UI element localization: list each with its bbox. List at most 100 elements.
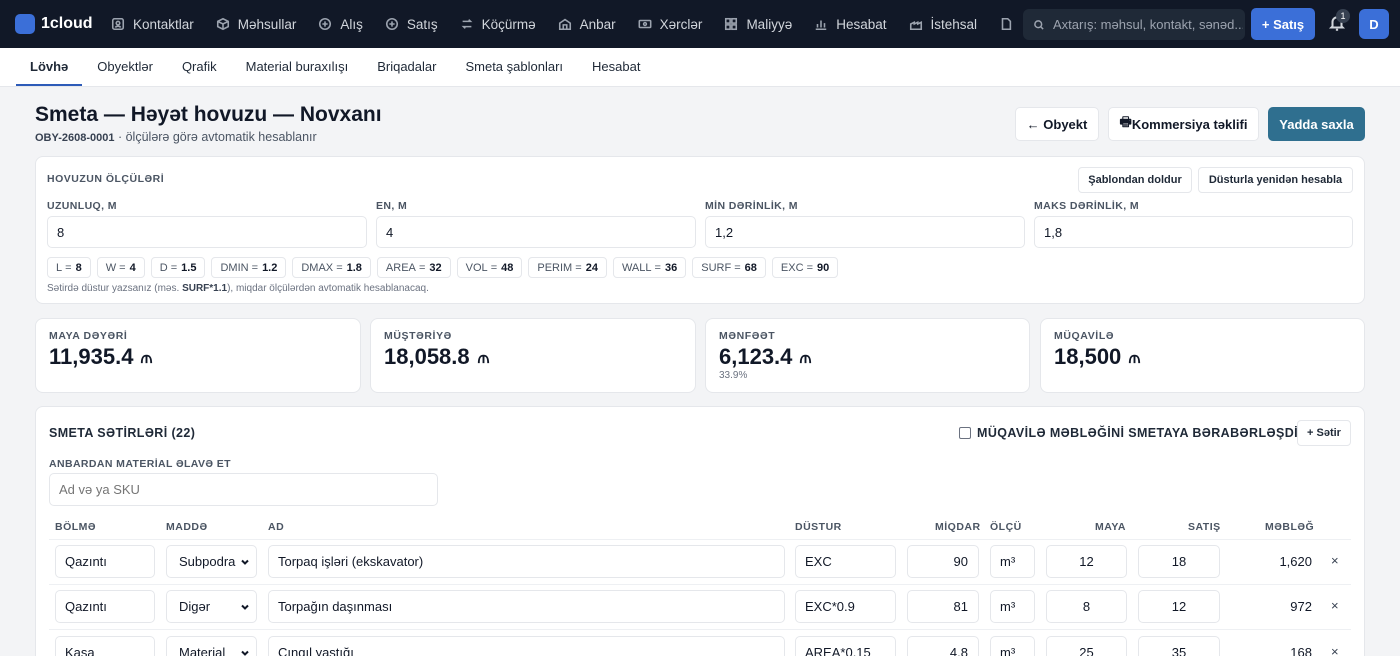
nav-item-purchase[interactable]: Alış: [307, 0, 374, 48]
tab-material-release[interactable]: Material buraxılışı: [232, 59, 363, 86]
nav-item-sales[interactable]: Satış: [374, 0, 449, 48]
price-input[interactable]: 18: [1138, 545, 1220, 578]
add-row-button[interactable]: + Sətir: [1297, 420, 1351, 446]
variable-key: EXC: [780, 261, 804, 274]
back-to-object-button[interactable]: ← Obyekt: [1015, 107, 1099, 141]
equals-sign: =: [487, 261, 498, 274]
quantity-input[interactable]: 4.8: [907, 636, 979, 656]
cash-icon: [638, 19, 652, 29]
section-input[interactable]: Qazıntı: [55, 590, 155, 623]
nav-item-label: Kontaktlar: [133, 16, 194, 32]
nav-item-products[interactable]: Məhsullar: [205, 0, 308, 48]
max-depth-input[interactable]: 1,8: [1034, 216, 1353, 248]
nav-item-label: Satış: [406, 16, 438, 32]
cost-input[interactable]: 8: [1046, 590, 1127, 623]
user-avatar[interactable]: D: [1359, 9, 1389, 39]
quantity-input[interactable]: 81: [907, 590, 979, 623]
quantity-input[interactable]: 90: [907, 545, 979, 578]
name-input[interactable]: Torpağın daşınması: [268, 590, 785, 623]
search-input[interactable]: [1053, 17, 1243, 32]
tab-estimate-templates[interactable]: Smeta şablonları: [451, 59, 577, 86]
document-icon: [1001, 17, 1012, 31]
nav-item-production[interactable]: İstehsal: [898, 0, 989, 48]
variable-key: DMAX: [301, 261, 334, 274]
item-value: Material: [179, 645, 226, 656]
transfer-icon: [461, 19, 473, 29]
nav-item-label: Maliyyə: [746, 16, 793, 32]
section-input[interactable]: Kasa: [55, 636, 155, 656]
variable-value: 1.2: [262, 261, 278, 274]
variable-chip: L = 8: [47, 257, 91, 278]
remove-row-button[interactable]: ×: [1331, 644, 1339, 656]
formula-input[interactable]: EXC*0.9: [795, 590, 896, 623]
variable-chip: VOL = 48: [456, 257, 523, 278]
remove-row-button[interactable]: ×: [1331, 598, 1339, 613]
unit-input[interactable]: m³: [990, 636, 1035, 656]
page-subtitle: OBY-2608-0001 · ölçülərə görə avtomatik …: [35, 130, 317, 144]
unit-input[interactable]: m³: [990, 590, 1035, 623]
new-sale-button[interactable]: + Satış: [1251, 8, 1315, 40]
variable-key: WALL: [621, 261, 652, 274]
recalculate-button[interactable]: Düsturla yenidən hesabla: [1198, 167, 1353, 193]
stat-value: 6,123.4: [719, 344, 813, 370]
equals-sign: =: [248, 261, 259, 274]
equals-sign: =: [415, 261, 426, 274]
width-input[interactable]: 4: [376, 216, 696, 248]
unit-input[interactable]: m³: [990, 545, 1035, 578]
header-divider: [49, 539, 1351, 540]
warehouse-search-input[interactable]: [49, 473, 438, 506]
global-search[interactable]: [1023, 9, 1245, 40]
nav-item-label: Alış: [340, 16, 363, 32]
cost-input[interactable]: 12: [1046, 545, 1127, 578]
stat-number: 18,500: [1054, 344, 1122, 369]
hint-suffix: ), miqdar ölçülərdən avtomatik hesablana…: [227, 283, 429, 294]
tab-schedule[interactable]: Qrafik: [168, 59, 231, 86]
nav-item-label: İstehsal: [930, 16, 978, 32]
length-input[interactable]: 8: [47, 216, 367, 248]
tab-report[interactable]: Hesabat: [578, 59, 654, 86]
item-select[interactable]: Digər: [166, 590, 257, 623]
equals-sign: =: [116, 261, 126, 274]
nav-item-transfer[interactable]: Köçürmə: [449, 0, 547, 48]
tab-crews[interactable]: Briqadalar: [363, 59, 450, 86]
checkbox[interactable]: [959, 427, 971, 439]
fill-from-template-button[interactable]: Şablondan doldur: [1078, 167, 1192, 193]
name-input[interactable]: Çınqıl yastığı: [268, 636, 785, 656]
nav-item-finance[interactable]: Maliyyə: [713, 0, 803, 48]
contract-sync-toggle[interactable]: MÜQAVİLƏ MƏBLƏĞİNİ SMETAYA BƏRABƏRLƏŞDİR: [959, 426, 1307, 440]
col-unit: ÖLÇÜ: [990, 521, 1022, 533]
factory-icon: [909, 20, 922, 31]
row-divider: [49, 584, 1351, 585]
item-select[interactable]: Material: [166, 636, 257, 656]
variable-value: 24: [585, 261, 598, 274]
variable-key: W: [105, 261, 117, 274]
item-select[interactable]: Subpodra: [166, 545, 257, 578]
min-depth-label: MİN DƏRİNLİK, M: [705, 200, 798, 212]
formula-input[interactable]: AREA*0.15: [795, 636, 896, 656]
row-amount: 1,620: [1279, 554, 1312, 569]
price-input[interactable]: 35: [1138, 636, 1220, 656]
nav-item-reports[interactable]: Hesabat: [803, 0, 897, 48]
min-depth-input[interactable]: 1,2: [705, 216, 1025, 248]
remove-row-button[interactable]: ×: [1331, 553, 1339, 568]
variable-key: VOL: [465, 261, 488, 274]
app-logo[interactable]: 1cloud: [15, 14, 100, 34]
stat-number: 18,058.8: [384, 344, 470, 369]
sub-navbar: Lövhə Obyektlər Qrafik Material buraxılı…: [0, 48, 1400, 87]
variable-key: PERIM: [537, 261, 573, 274]
price-input[interactable]: 12: [1138, 590, 1220, 623]
formula-input[interactable]: EXC: [795, 545, 896, 578]
chevron-down-icon: [241, 650, 249, 656]
save-button[interactable]: Yadda saxla: [1268, 107, 1365, 141]
name-input[interactable]: Torpaq işləri (ekskavator): [268, 545, 785, 578]
col-amount: MƏBLƏĞ: [1265, 521, 1315, 533]
tab-board[interactable]: Lövhə: [16, 59, 83, 86]
section-input[interactable]: Qazıntı: [55, 545, 155, 578]
nav-item-warehouse[interactable]: Anbar: [547, 0, 627, 48]
tab-objects[interactable]: Obyektlər: [83, 59, 167, 86]
nav-item-contacts[interactable]: Kontaktlar: [100, 0, 205, 48]
variable-value: 8: [75, 261, 82, 274]
nav-item-expenses[interactable]: Xərclər: [627, 0, 714, 48]
commercial-offer-button[interactable]: 🖶 Kommersiya təklifi: [1108, 107, 1259, 141]
cost-input[interactable]: 25: [1046, 636, 1127, 656]
